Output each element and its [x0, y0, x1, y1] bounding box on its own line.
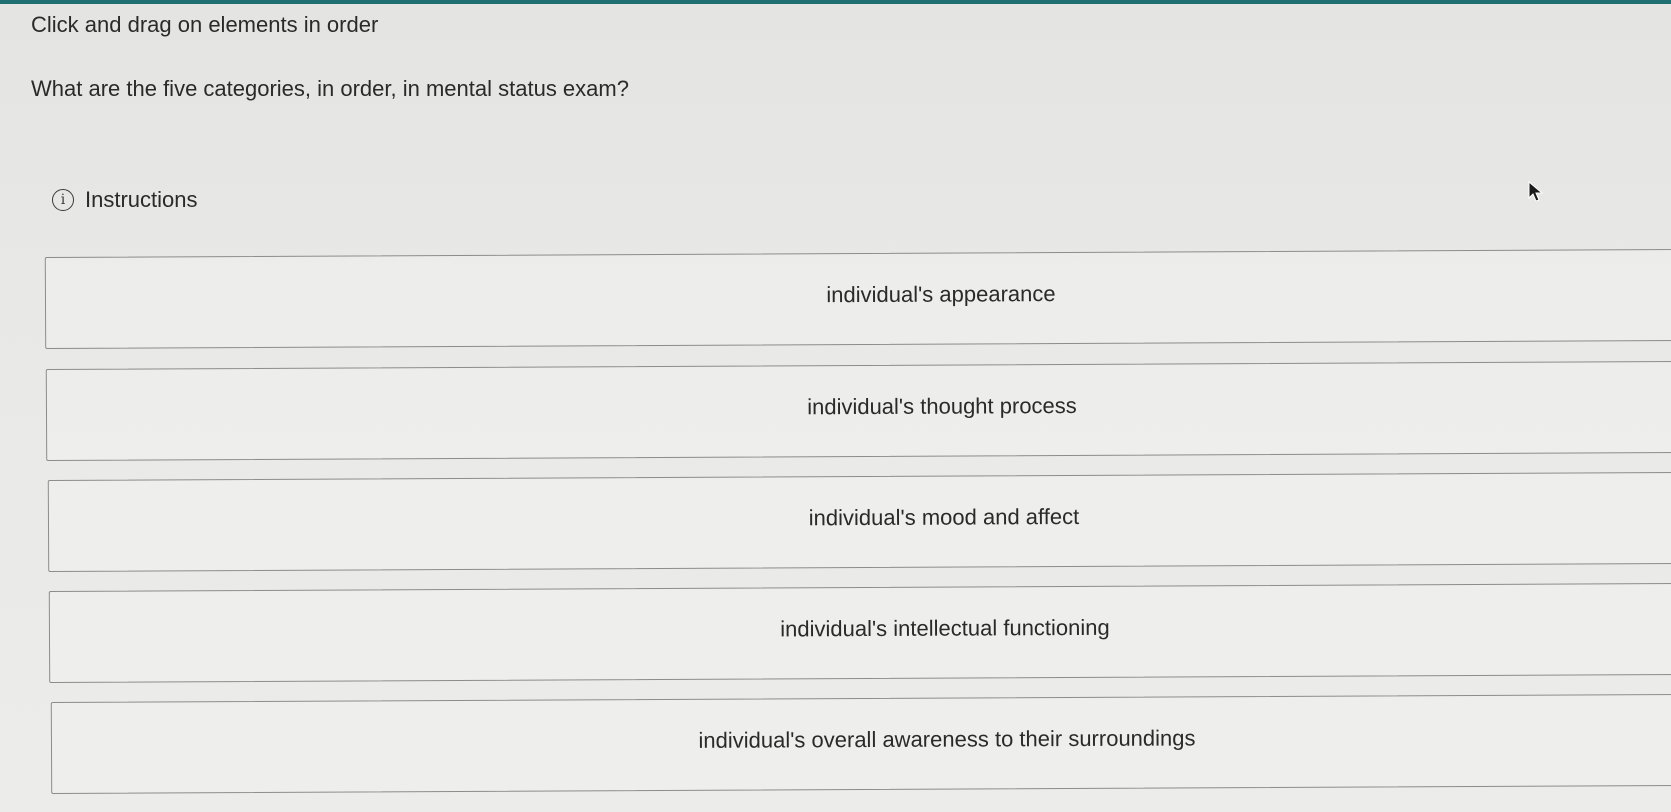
draggable-item[interactable]: individual's overall awareness to their …	[50, 693, 1671, 794]
question-prompt: What are the five categories, in order, …	[31, 76, 629, 101]
draggable-item-label: individual's mood and affect	[808, 503, 1080, 531]
draggable-item-label: individual's intellectual functioning	[780, 614, 1110, 642]
mouse-pointer-icon	[1528, 181, 1544, 202]
draggable-item[interactable]: individual's thought process	[45, 360, 1671, 461]
draggable-item-label: individual's thought process	[807, 392, 1077, 420]
draggable-item[interactable]: individual's intellectual functioning	[48, 582, 1671, 683]
task-instruction: Click and drag on elements in order	[31, 12, 379, 37]
top-accent-bar	[0, 0, 1671, 4]
draggable-item-label: individual's overall awareness to their …	[698, 725, 1196, 753]
draggable-item-label: individual's appearance	[826, 281, 1056, 308]
instructions-toggle[interactable]: i Instructions	[52, 187, 198, 213]
draggable-item[interactable]: individual's mood and affect	[47, 471, 1671, 572]
instructions-label: Instructions	[85, 187, 198, 212]
info-icon: i	[52, 189, 74, 211]
draggable-item[interactable]: individual's appearance	[44, 248, 1671, 349]
